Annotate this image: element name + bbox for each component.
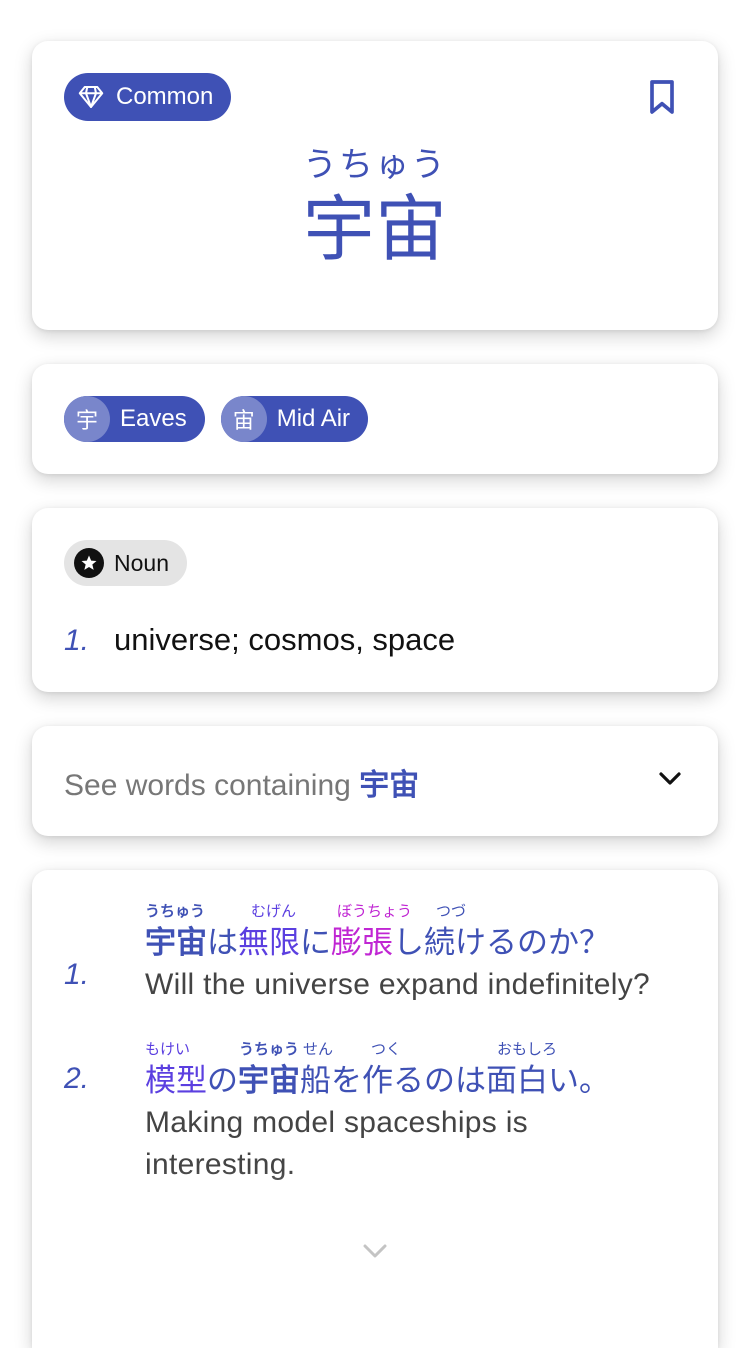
definition-card: Noun 1. universe; cosmos, space xyxy=(32,508,718,692)
examples-card: 1. うちゅう むげん ぼうちょう つづ 宇宙は無限に膨張し続けるのか？ Wil… xyxy=(32,870,718,1348)
furigana: ぼうちょう xyxy=(337,903,413,920)
words-containing-label: See words containing 宇宙 xyxy=(64,760,419,804)
example-token: は xyxy=(207,925,238,961)
furigana: うちゅう xyxy=(145,903,206,920)
example-token[interactable]: 面白 xyxy=(486,1063,548,1099)
bookmark-icon[interactable] xyxy=(642,77,682,117)
kanji-chip-char: 宇 xyxy=(64,396,110,442)
kanji-chip-meaning: Eaves xyxy=(120,405,187,432)
example-japanese: 模型の宇宙船を作るのは面白い。 xyxy=(145,1060,698,1102)
word-reading: うちゅう xyxy=(303,145,447,185)
example-body: うちゅう むげん ぼうちょう つづ 宇宙は無限に膨張し続けるのか？ Will t… xyxy=(145,900,698,1006)
kanji-chip-list: 宇 Eaves 宙 Mid Air xyxy=(64,396,369,442)
part-of-speech-chip: Noun xyxy=(64,540,187,586)
sense-text: universe; cosmos, space xyxy=(114,622,456,657)
words-containing-card[interactable]: See words containing 宇宙 xyxy=(32,726,718,836)
kanji-chip-mid-air[interactable]: 宙 Mid Air xyxy=(220,396,369,442)
furigana: つく xyxy=(371,1041,402,1058)
sense-number: 1. xyxy=(64,624,90,657)
kanji-chip-eaves[interactable]: 宇 Eaves xyxy=(64,396,205,442)
diamond-icon xyxy=(78,86,104,108)
example-japanese: 宇宙は無限に膨張し続けるのか？ xyxy=(145,922,698,964)
example-token[interactable]: 模型 xyxy=(145,1063,207,1099)
word-header-card: Common うちゅう 宇宙 xyxy=(32,41,718,330)
example-number: 1. xyxy=(64,958,90,991)
part-of-speech-label: Noun xyxy=(114,549,169,576)
furigana: うちゅう xyxy=(239,1041,300,1058)
furigana: せん xyxy=(303,1041,334,1058)
star-icon xyxy=(74,548,104,578)
example-token: に xyxy=(300,925,331,961)
kanji-chip-char: 宙 xyxy=(220,396,267,442)
example-token[interactable]: 作 xyxy=(362,1063,393,1099)
words-containing-prefix: See words containing xyxy=(64,769,360,802)
chevron-down-icon[interactable] xyxy=(362,1242,388,1260)
furigana-row: もけい うちゅう せん つく おもしろ xyxy=(145,1038,698,1060)
example-token: けるのか？ xyxy=(455,925,610,961)
example-english-line: Making model spaceships is xyxy=(145,1106,528,1139)
words-containing-word: 宇宙 xyxy=(359,769,420,802)
furigana: おもしろ xyxy=(497,1041,558,1058)
chevron-down-icon[interactable] xyxy=(656,768,684,790)
example-number: 2. xyxy=(64,1062,90,1095)
common-badge: Common xyxy=(64,73,232,121)
furigana: つづ xyxy=(436,903,467,920)
furigana-row: うちゅう むげん ぼうちょう つづ xyxy=(145,900,698,922)
example-token: し xyxy=(393,925,424,961)
example-token[interactable]: 続 xyxy=(424,925,455,961)
example-token[interactable]: 無限 xyxy=(238,925,300,961)
furigana: むげん xyxy=(251,903,297,920)
kanji-breakdown-card: 宇 Eaves 宙 Mid Air xyxy=(32,364,718,474)
furigana: もけい xyxy=(145,1041,191,1058)
example-token: るのは xyxy=(393,1063,486,1099)
common-badge-label: Common xyxy=(116,83,214,110)
example-token[interactable]: 船 xyxy=(300,1063,331,1099)
word-kanji: 宇宙 xyxy=(302,187,447,271)
sense-row: 1. universe; cosmos, space xyxy=(64,622,455,658)
example-token: の xyxy=(207,1063,238,1099)
example-token[interactable]: 宇宙 xyxy=(238,1063,300,1099)
example-token: を xyxy=(331,1063,362,1099)
example-english: Will the universe expand indefinitely? xyxy=(145,968,651,1001)
example-token[interactable]: 膨張 xyxy=(331,925,393,961)
example-token[interactable]: 宇宙 xyxy=(145,925,207,961)
example-body: もけい うちゅう せん つく おもしろ 模型の宇宙船を作るのは面白い。 Maki… xyxy=(145,1038,698,1186)
example-token: い。 xyxy=(548,1063,610,1099)
kanji-chip-meaning: Mid Air xyxy=(276,405,351,432)
